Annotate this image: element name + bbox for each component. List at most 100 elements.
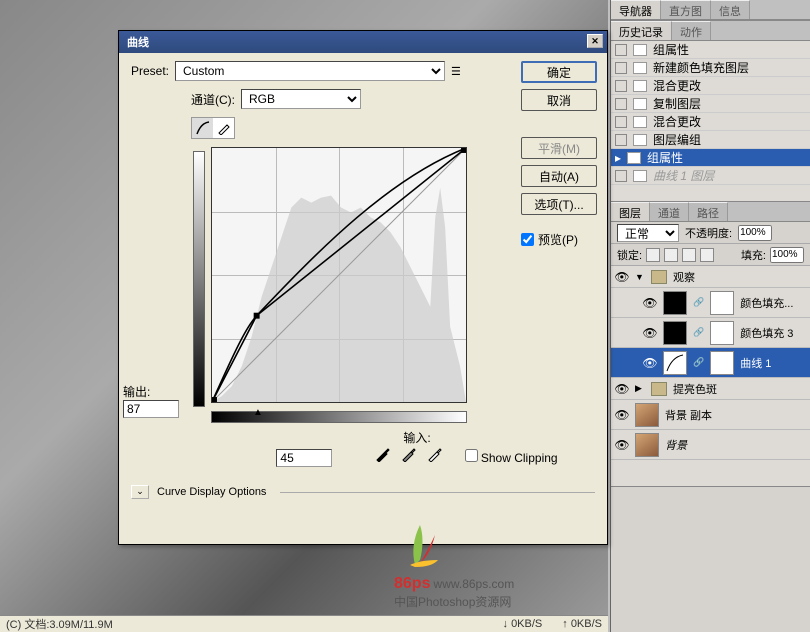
cancel-button[interactable]: 取消	[521, 89, 597, 111]
curve-point-tool-icon[interactable]	[192, 118, 213, 138]
history-label: 组属性	[647, 149, 683, 166]
visibility-toggle-icon[interactable]: 👁	[615, 438, 629, 452]
link-icon: 🔗	[693, 357, 704, 368]
tab-paths[interactable]: 路径	[689, 202, 728, 221]
preview-checkbox[interactable]: 预览(P)	[521, 231, 597, 248]
curves-graph[interactable]	[211, 147, 467, 403]
folder-icon	[651, 382, 667, 396]
history-label: 组属性	[653, 41, 689, 58]
history-label: 图层编组	[653, 131, 701, 148]
layer-group[interactable]: 👁 ▼ 观察	[611, 266, 810, 288]
history-label: 曲线 1 图层	[653, 167, 714, 184]
black-point-eyedropper-icon[interactable]	[375, 446, 391, 462]
tab-info[interactable]: 信息	[711, 0, 750, 19]
visibility-toggle-icon[interactable]: 👁	[615, 270, 629, 284]
output-field[interactable]	[123, 400, 179, 418]
smooth-button[interactable]: 平滑(M)	[521, 137, 597, 159]
link-icon: 🔗	[693, 327, 704, 338]
history-list[interactable]: 组属性 新建颜色填充图层 混合更改 复制图层 混合更改 图层编组 ▸组属性 曲线…	[611, 41, 810, 201]
lock-label: 锁定:	[617, 247, 642, 263]
layer-thumbnail[interactable]	[635, 433, 659, 457]
dialog-titlebar[interactable]: 曲线 ✕	[119, 31, 607, 53]
layer-group[interactable]: 👁 ▶ 提亮色斑	[611, 378, 810, 400]
layer-thumbnail[interactable]	[663, 321, 687, 345]
lock-pixels-icon[interactable]	[664, 248, 678, 262]
history-tabs: 历史记录 动作	[611, 21, 810, 41]
layer-item[interactable]: 👁 背景 副本	[611, 400, 810, 430]
history-item[interactable]: 混合更改	[611, 113, 810, 131]
opacity-label: 不透明度:	[685, 225, 732, 241]
mask-thumbnail[interactable]	[710, 291, 734, 315]
mask-thumbnail[interactable]	[710, 351, 734, 375]
history-item[interactable]: 新建颜色填充图层	[611, 59, 810, 77]
layer-item[interactable]: 👁 🔗 颜色填充 3	[611, 318, 810, 348]
history-label: 复制图层	[653, 95, 701, 112]
history-item[interactable]: 图层编组	[611, 131, 810, 149]
tab-layers[interactable]: 图层	[611, 202, 650, 221]
tab-channels[interactable]: 通道	[650, 202, 689, 221]
layer-thumbnail[interactable]	[635, 403, 659, 427]
history-item-future[interactable]: 曲线 1 图层	[611, 167, 810, 185]
history-item[interactable]: 复制图层	[611, 95, 810, 113]
lock-all-icon[interactable]	[700, 248, 714, 262]
blend-mode-select[interactable]: 正常	[617, 224, 679, 242]
fill-label: 填充:	[741, 247, 766, 263]
mask-thumbnail[interactable]	[710, 321, 734, 345]
expand-arrow-icon[interactable]: ▶	[635, 383, 645, 394]
visibility-toggle-icon[interactable]: 👁	[643, 296, 657, 310]
ok-button[interactable]: 确定	[521, 61, 597, 83]
history-item[interactable]: 混合更改	[611, 77, 810, 95]
preset-select[interactable]: Custom	[175, 61, 445, 81]
input-label: 输入:	[239, 429, 595, 446]
status-bar: (C) 文档:3.09M/11.9M ↓ 0KB/S ↑ 0KB/S	[0, 615, 608, 632]
preset-menu-icon[interactable]: ☰	[451, 65, 461, 78]
dialog-title: 曲线	[127, 37, 149, 49]
expand-arrow-icon[interactable]: ▼	[635, 272, 645, 282]
output-label: 输出:	[123, 383, 179, 400]
layer-item[interactable]: 👁 背景	[611, 430, 810, 460]
layer-blend-row: 正常 不透明度:	[611, 222, 810, 244]
link-icon: 🔗	[693, 297, 704, 308]
channel-select[interactable]: RGB	[241, 89, 361, 109]
layer-thumbnail[interactable]	[663, 291, 687, 315]
visibility-toggle-icon[interactable]: 👁	[643, 356, 657, 370]
tab-histogram[interactable]: 直方图	[661, 0, 711, 19]
close-button[interactable]: ✕	[587, 34, 603, 48]
status-kb1: ↓ 0KB/S	[503, 618, 543, 630]
history-item-selected[interactable]: ▸组属性	[611, 149, 810, 167]
white-point-eyedropper-icon[interactable]	[427, 446, 443, 462]
visibility-toggle-icon[interactable]: 👁	[615, 382, 629, 396]
tab-actions[interactable]: 动作	[672, 21, 711, 40]
history-label: 混合更改	[653, 77, 701, 94]
layer-item[interactable]: 👁 🔗 颜色填充...	[611, 288, 810, 318]
fill-field[interactable]	[770, 247, 804, 263]
layers-list[interactable]: 👁 ▼ 观察 👁 🔗 颜色填充... 👁 🔗 颜色填充 3 👁	[611, 266, 810, 486]
folder-icon	[651, 270, 667, 284]
lock-position-icon[interactable]	[682, 248, 696, 262]
curves-dialog: 曲线 ✕ Preset: Custom ☰ 通道(C): RGB	[118, 30, 608, 545]
tab-history[interactable]: 历史记录	[611, 21, 672, 40]
history-label: 新建颜色填充图层	[653, 59, 749, 76]
preset-label: Preset:	[131, 64, 169, 78]
history-item[interactable]: 组属性	[611, 41, 810, 59]
layers-tabs: 图层 通道 路径	[611, 202, 810, 222]
curve-display-options-label: Curve Display Options	[157, 486, 266, 498]
opacity-field[interactable]	[738, 225, 772, 241]
auto-button[interactable]: 自动(A)	[521, 165, 597, 187]
show-clipping-checkbox[interactable]: Show Clipping	[465, 451, 558, 465]
expand-options-button[interactable]: ⌄	[131, 485, 149, 499]
visibility-toggle-icon[interactable]: 👁	[615, 408, 629, 422]
tab-navigator[interactable]: 导航器	[611, 0, 661, 19]
lock-row: 锁定: 填充:	[611, 244, 810, 266]
curve-pencil-tool-icon[interactable]	[213, 118, 234, 138]
input-field[interactable]	[276, 449, 332, 467]
curve-path	[212, 148, 466, 402]
options-button[interactable]: 选项(T)...	[521, 193, 597, 215]
layer-item-selected[interactable]: 👁 🔗 曲线 1	[611, 348, 810, 378]
gray-point-eyedropper-icon[interactable]	[401, 446, 417, 462]
layer-name: 颜色填充 3	[740, 325, 793, 341]
lock-transparency-icon[interactable]	[646, 248, 660, 262]
visibility-toggle-icon[interactable]: 👁	[643, 326, 657, 340]
status-kb2: ↑ 0KB/S	[562, 618, 602, 630]
curves-thumbnail[interactable]	[663, 351, 687, 375]
